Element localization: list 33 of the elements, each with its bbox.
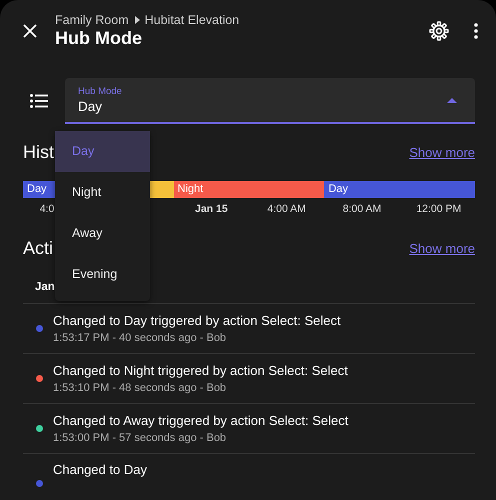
- show-more-link[interactable]: Show more: [409, 240, 475, 256]
- axis-tick-label: 4:00 AM: [267, 203, 306, 215]
- menu-option[interactable]: Away: [55, 213, 150, 254]
- activity-title: Changed to Day triggered by action Select: Select: [53, 313, 341, 328]
- breadcrumb-item[interactable]: Hubitat Elevation: [144, 13, 240, 27]
- more-icon: [474, 23, 478, 39]
- caret-icon: [134, 16, 140, 24]
- activity-title: Changed to Day: [53, 462, 147, 477]
- activity-title: Changed to Night triggered by action Select: Select: [53, 363, 348, 378]
- dialog-title: Hub Mode: [55, 28, 143, 49]
- date-heading: Jan: [35, 281, 55, 293]
- axis-tick-label: 4:0: [40, 203, 54, 215]
- activity-subtitle: 1:53:10 PM - 48 seconds ago - Bob: [53, 382, 228, 394]
- activity-subtitle: 1:53:17 PM - 40 seconds ago - Bob: [53, 332, 228, 344]
- section-title: Hist: [23, 142, 54, 162]
- section-title: Acti: [23, 238, 54, 258]
- axis-tick-label: 8:00 AM: [342, 203, 382, 215]
- list-icon: [30, 94, 48, 108]
- field-label: Hub Mode: [78, 86, 123, 97]
- axis-tick-label: Jan 15: [194, 203, 228, 215]
- activity-subtitle: 1:53:00 PM - 57 seconds ago - Bob: [53, 432, 228, 444]
- breadcrumb-item[interactable]: Family Room: [55, 13, 129, 27]
- settings-icon: [429, 21, 449, 41]
- timeline-segment: Day: [324, 181, 475, 198]
- activity-title: Changed to Away triggered by action Select: Select: [53, 413, 348, 428]
- field-value: Day: [78, 99, 104, 114]
- mode-select[interactable]: Hub Mode Day: [65, 78, 475, 124]
- show-more-link[interactable]: Show more: [409, 144, 475, 160]
- close-icon: [22, 23, 38, 39]
- menu-option[interactable]: Evening: [55, 254, 150, 295]
- dropdown-arrow-icon: [447, 98, 457, 102]
- timeline-segment: Night: [174, 181, 324, 198]
- axis-tick-label: 12:00 PM: [416, 203, 462, 215]
